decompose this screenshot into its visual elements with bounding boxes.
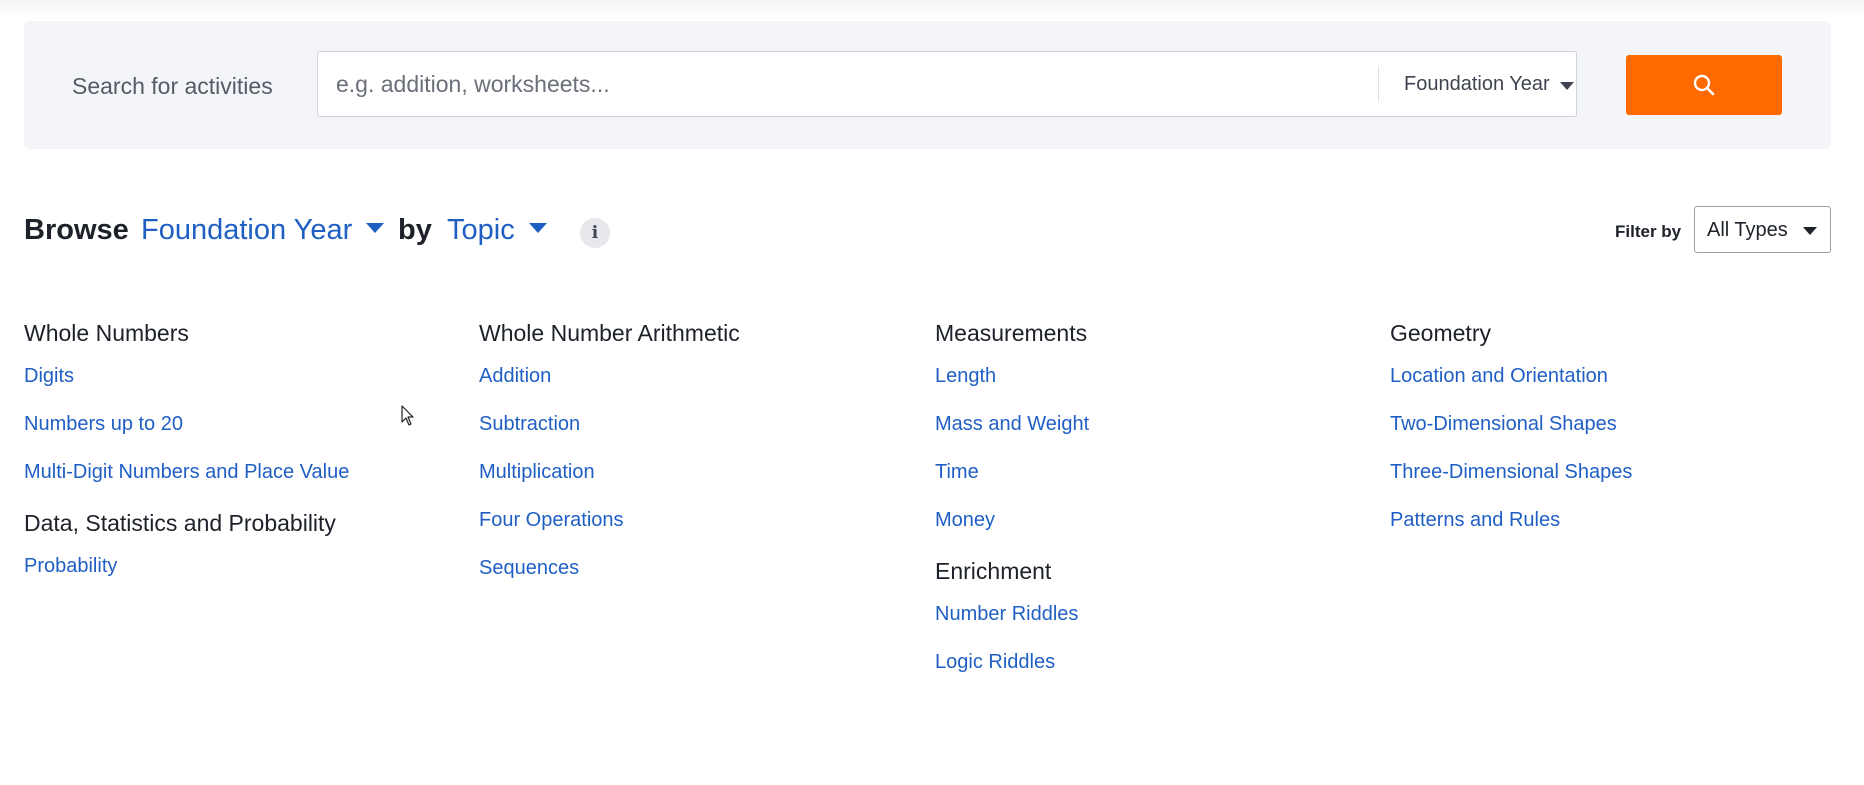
list-item: Probability <box>24 552 454 580</box>
top-edge <box>0 0 1864 20</box>
topic-column: Whole Numbers Digits Numbers up to 20 Multi… <box>24 316 454 600</box>
chevron-down-icon <box>528 223 547 234</box>
topic-group: Measurements Length Mass and Weight Time Mon… <box>935 316 1365 534</box>
list-item: Numbers up to 20 <box>24 410 454 438</box>
mouse-cursor-icon <box>401 405 414 426</box>
topic-group: Whole Number Arithmetic Addition Subtracti… <box>479 316 909 582</box>
topic-link[interactable]: Money <box>935 506 1365 534</box>
topic-group-title: Whole Number Arithmetic <box>479 320 740 346</box>
search-box: Foundation Year <box>317 51 1577 117</box>
year-select-label: Foundation Year <box>1404 73 1550 95</box>
filter-type-select[interactable]: All Types <box>1694 206 1831 253</box>
topic-link[interactable]: Location and Orientation <box>1390 362 1820 390</box>
search-icon <box>1693 74 1715 96</box>
chevron-down-icon <box>1803 227 1817 235</box>
topic-column: Geometry Location and Orientation Two-Dime… <box>1390 316 1820 554</box>
topic-link[interactable]: Time <box>935 458 1365 486</box>
list-item: Number Riddles <box>935 600 1365 628</box>
topic-link[interactable]: Sequences <box>479 554 909 582</box>
search-button[interactable] <box>1626 55 1782 115</box>
topic-link[interactable]: Multiplication <box>479 458 909 486</box>
topic-link[interactable]: Digits <box>24 362 454 390</box>
list-item: Location and Orientation <box>1390 362 1820 390</box>
by-label: by <box>398 214 432 246</box>
topic-group-title: Geometry <box>1390 320 1491 346</box>
topic-link[interactable]: Three-Dimensional Shapes <box>1390 458 1820 486</box>
list-item: Sequences <box>479 554 909 582</box>
list-item: Money <box>935 506 1365 534</box>
topic-link[interactable]: Four Operations <box>479 506 909 534</box>
list-item: Multi-Digit Numbers and Place Value <box>24 458 454 486</box>
list-item: Four Operations <box>479 506 909 534</box>
list-item: Subtraction <box>479 410 909 438</box>
list-item: Length <box>935 362 1365 390</box>
search-label: Search for activities <box>72 73 273 99</box>
browse-header: Browse Foundation Year by Topic i Filter… <box>24 206 1836 256</box>
topic-group: Enrichment Number Riddles Logic Riddles <box>935 554 1365 676</box>
topic-link[interactable]: Length <box>935 362 1365 390</box>
topic-link[interactable]: Two-Dimensional Shapes <box>1390 410 1820 438</box>
topic-group: Whole Numbers Digits Numbers up to 20 Multi… <box>24 316 454 486</box>
list-item: Mass and Weight <box>935 410 1365 438</box>
list-item: Time <box>935 458 1365 486</box>
topic-link[interactable]: Patterns and Rules <box>1390 506 1820 534</box>
topic-link[interactable]: Subtraction <box>479 410 909 438</box>
list-item: Addition <box>479 362 909 390</box>
list-item: Multiplication <box>479 458 909 486</box>
topic-column: Whole Number Arithmetic Addition Subtracti… <box>479 316 909 602</box>
topic-link[interactable]: Probability <box>24 552 454 580</box>
topic-list: Probability <box>24 552 454 580</box>
topic-list: Digits Numbers up to 20 Multi-Digit Number… <box>24 362 454 486</box>
chevron-down-icon <box>366 223 385 234</box>
topic-link[interactable]: Numbers up to 20 <box>24 410 454 438</box>
browse-year-label: Foundation Year <box>141 214 353 246</box>
list-item: Patterns and Rules <box>1390 506 1820 534</box>
topic-group-title: Enrichment <box>935 558 1052 584</box>
topic-column: Measurements Length Mass and Weight Time Mon… <box>935 316 1365 696</box>
topic-list: Length Mass and Weight Time Money <box>935 362 1365 534</box>
browse-mode-label: Topic <box>447 214 515 246</box>
filter-type-value: All Types <box>1707 219 1788 241</box>
browse-year-dropdown[interactable]: Foundation Year <box>141 210 385 250</box>
browse-title: Browse <box>24 214 129 246</box>
browse-mode-dropdown[interactable]: Topic <box>447 210 547 250</box>
topic-group: Geometry Location and Orientation Two-Dime… <box>1390 316 1820 534</box>
search-panel: Search for activities Foundation Year <box>24 21 1831 149</box>
topic-group-title: Measurements <box>935 320 1088 346</box>
topic-list: Location and Orientation Two-Dimensional … <box>1390 362 1820 534</box>
chevron-down-icon <box>1560 82 1574 90</box>
topic-link[interactable]: Multi-Digit Numbers and Place Value <box>24 458 454 486</box>
topic-link[interactable]: Number Riddles <box>935 600 1365 628</box>
list-item: Two-Dimensional Shapes <box>1390 410 1820 438</box>
topic-list: Number Riddles Logic Riddles <box>935 600 1365 676</box>
topic-link[interactable]: Mass and Weight <box>935 410 1365 438</box>
topic-link[interactable]: Addition <box>479 362 909 390</box>
list-item: Digits <box>24 362 454 390</box>
topic-group-title: Whole Numbers <box>24 320 189 346</box>
topic-link[interactable]: Logic Riddles <box>935 648 1365 676</box>
topic-list: Addition Subtraction Multiplication Four Op… <box>479 362 909 582</box>
list-item: Logic Riddles <box>935 648 1365 676</box>
search-input[interactable] <box>318 52 1348 116</box>
list-item: Three-Dimensional Shapes <box>1390 458 1820 486</box>
year-select[interactable]: Foundation Year <box>1379 52 1576 116</box>
topic-group: Data, Statistics and Probability Probabil… <box>24 506 454 580</box>
filter-label: Filter by <box>1615 222 1682 241</box>
topic-group-title: Data, Statistics and Probability <box>24 510 336 536</box>
info-icon[interactable]: i <box>580 218 610 248</box>
